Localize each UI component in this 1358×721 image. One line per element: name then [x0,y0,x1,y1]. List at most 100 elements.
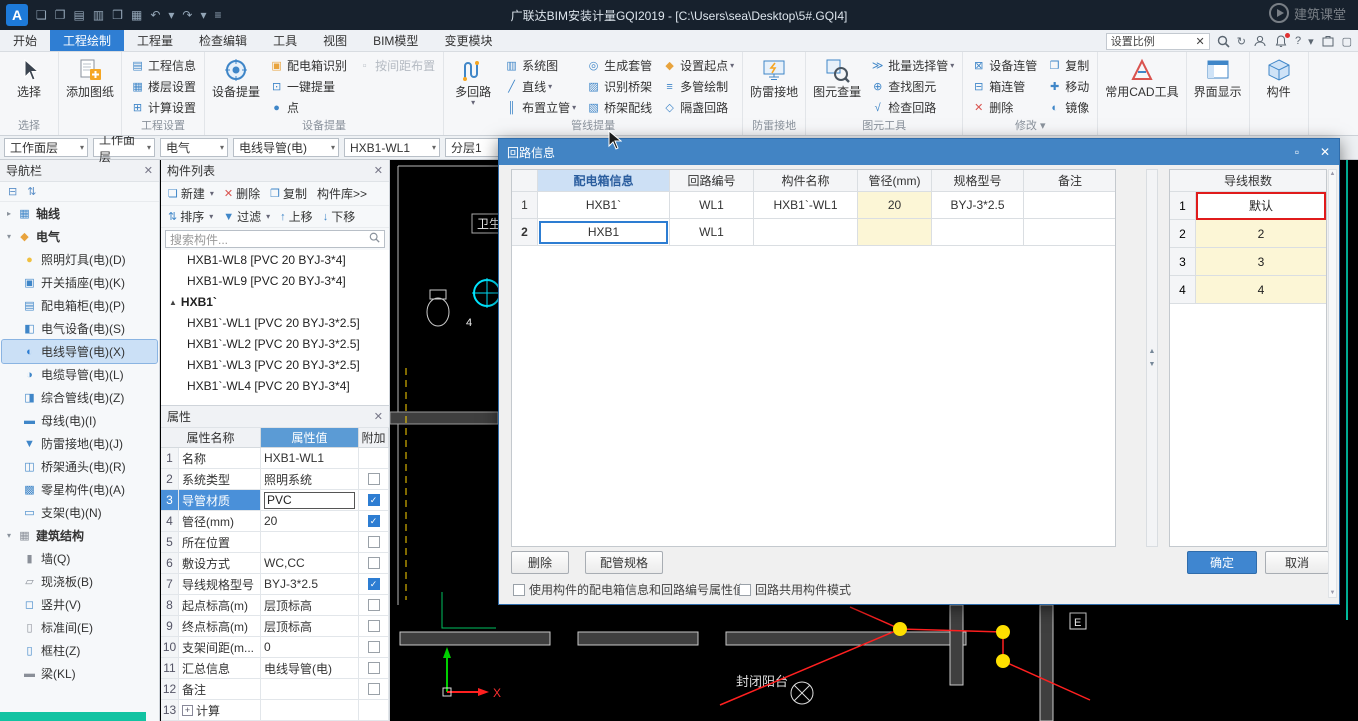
riser-layout-button[interactable]: ║ 布置立管 ▾ [499,97,581,118]
property-row[interactable]: 9 终点标高(m) 层顶标高 [161,616,389,637]
property-value[interactable]: BYJ-3*2.5 [261,574,359,595]
circuit-cell[interactable]: HXB1 [538,219,670,246]
sidebar-item-beam[interactable]: ▬ 梁(KL) [2,662,157,685]
filter-button[interactable]: ▼ 过滤 ▾ [218,207,275,227]
property-row[interactable]: 5 所在位置 [161,532,389,553]
help-caret-icon[interactable]: ▾ [1308,35,1314,48]
wire-count-row[interactable]: 44 [1170,276,1326,304]
circuit-row[interactable]: 2 HXB1 WL1 [512,219,1115,246]
sidebar-item-standard-room[interactable]: ▯ 标准间(E) [2,616,157,639]
property-row[interactable]: 8 起点标高(m) 层顶标高 [161,595,389,616]
help-icon[interactable]: ? [1295,35,1301,47]
component-item[interactable]: ▲ HXB1` [161,292,389,313]
copy-component-button[interactable]: ❐ 复制 [265,184,312,204]
sidebar-item-switch-socket[interactable]: ▣ 开关插座(电)(K) [2,271,157,294]
sidebar-item-lightning-grounding[interactable]: ▼ 防雷接地(电)(J) [2,432,157,455]
property-value[interactable]: 层顶标高 [261,595,359,616]
property-row[interactable]: 13 + 计算 [161,700,389,721]
tab-tools[interactable]: 工具 [260,30,310,51]
sidebar-item-cast-slab[interactable]: ▱ 现浇板(B) [2,570,157,593]
copy-button[interactable]: ❐ 复制 [1042,55,1094,76]
save-icon[interactable]: ▤ [74,8,85,22]
property-value[interactable]: 电线导管(电) [261,658,359,679]
tray-wiring-button[interactable]: ▧ 桥架配线 [581,97,657,118]
lamp-point[interactable] [893,622,907,636]
attach-checkbox[interactable] [367,683,380,695]
sidebar-item-cable-conduit[interactable]: ◑ 电缆导管(电)(L) [2,363,157,386]
attach-checkbox[interactable] [367,473,380,485]
property-value[interactable] [261,700,359,721]
tab-view[interactable]: 视图 [310,30,360,51]
undo-caret-icon[interactable]: ▾ [168,8,174,22]
circuit-cell[interactable] [1024,192,1115,219]
point-button[interactable]: ● 点 [264,97,352,118]
lamp-point[interactable] [996,625,1010,639]
scroll-down-icon[interactable]: ▼ [1330,590,1336,596]
work-plane-dropdown[interactable]: 工作面层 ▾ [4,138,88,157]
set-start-point-button[interactable]: ◆ 设置起点 ▾ [657,55,739,76]
floor-dropdown[interactable]: 工作面层 ▾ [93,133,155,164]
property-value[interactable]: 20 [261,511,359,532]
project-info-button[interactable]: ▤ 工程信息 [125,55,201,76]
nav-group-electrical[interactable]: ▾ ◆ 电气 [2,225,157,248]
sync-icon[interactable]: ↻ [1237,35,1246,48]
category-dropdown[interactable]: 电线导管(电) ▾ [233,138,339,157]
close-icon[interactable]: ✕ [374,410,383,423]
sidebar-item-distribution-box[interactable]: ▤ 配电箱柜(电)(P) [2,294,157,317]
toolbox-icon[interactable] [1321,34,1335,48]
nav-group-building-structure[interactable]: ▾ ▦ 建筑结构 [2,524,157,547]
sidebar-item-combined-pipeline[interactable]: ◨ 综合管线(电)(Z) [2,386,157,409]
maximize-icon[interactable]: ▫ [1283,145,1311,159]
one-key-extract-button[interactable]: ⊡ 一键提量 [264,76,352,97]
wire-count-row[interactable]: 22 [1170,220,1326,248]
expand-icon[interactable]: + [182,704,193,716]
dialog-titlebar[interactable]: 回路信息 ▫ ✕ [499,139,1339,165]
component-item[interactable]: HXB1`-WL4 [PVC 20 BYJ-3*4] [161,376,389,397]
find-element-button[interactable]: ⊕ 查找图元 [865,76,959,97]
component-dropdown[interactable]: HXB1-WL1 ▾ [344,138,440,157]
bell-icon[interactable] [1274,33,1290,48]
close-icon[interactable]: ✕ [144,164,153,177]
circuit-cell[interactable]: HXB1` [538,192,670,219]
component-item[interactable]: HXB1`-WL3 [PVC 20 BYJ-3*2.5] [161,355,389,376]
search-input[interactable]: 搜索构件... [165,230,385,248]
close-icon[interactable]: ✕ [1311,145,1339,159]
property-row[interactable]: 12 备注 [161,679,389,700]
circuit-cell[interactable] [932,219,1024,246]
dialog-scrollbar[interactable]: ▲ ▼ [1328,169,1337,598]
system-diagram-button[interactable]: ▥ 系统图 [499,55,581,76]
collapse-all-icon[interactable]: ⊟ [8,185,17,198]
property-value[interactable]: HXB1-WL1 [261,448,359,469]
column-header-3[interactable]: 管径(mm) [858,170,932,192]
wire-count-row[interactable]: 1 默认 [1170,192,1326,220]
cad-tools-button[interactable]: 常用CAD工具 [1101,52,1182,99]
property-row[interactable]: 3 导管材质 PVC ✓ [161,490,389,511]
attach-checkbox[interactable] [367,557,380,569]
tab-quantities[interactable]: 工程量 [124,30,186,51]
wire-count-value[interactable]: 4 [1196,276,1326,304]
checkbox-icon[interactable] [513,583,525,596]
property-row[interactable]: 10 支架间距(m... 0 [161,637,389,658]
recognize-tray-button[interactable]: ▨ 识别桥架 [581,76,657,97]
specialty-dropdown[interactable]: 电气 ▾ [160,138,228,157]
line-button[interactable]: ╱ 直线 ▾ [499,76,581,97]
print-preview-icon[interactable]: ▦ [131,8,142,22]
circuit-cell[interactable]: BYJ-3*2.5 [932,192,1024,219]
attach-checkbox[interactable] [367,599,380,611]
pager-up-icon[interactable]: ▲ [1149,348,1156,355]
new-component-button[interactable]: ❏ 新建 ▾ [163,184,219,204]
component-library-button[interactable]: 构件库>> [312,184,372,204]
circuit-row[interactable]: 1 HXB1` WL1 HXB1`-WL1 20 BYJ-3*2.5 [512,192,1115,219]
property-value[interactable] [261,532,359,553]
tab-check-edit[interactable]: 检查编辑 [186,30,260,51]
attach-checkbox[interactable] [367,641,380,653]
user-icon[interactable] [1253,34,1267,48]
calc-settings-button[interactable]: ⊞ 计算设置 [125,97,201,118]
save-all-icon[interactable]: ▥ [93,8,104,22]
mirror-button[interactable]: ◐ 镜像 [1042,97,1094,118]
command-search-input[interactable]: 设置比例 ✕ [1105,32,1210,50]
scroll-up-icon[interactable]: ▲ [1330,171,1336,177]
attach-checkbox[interactable] [367,620,380,632]
floor-settings-button[interactable]: ▦ 楼层设置 [125,76,201,97]
sidebar-item-wall[interactable]: ▮ 墙(Q) [2,547,157,570]
